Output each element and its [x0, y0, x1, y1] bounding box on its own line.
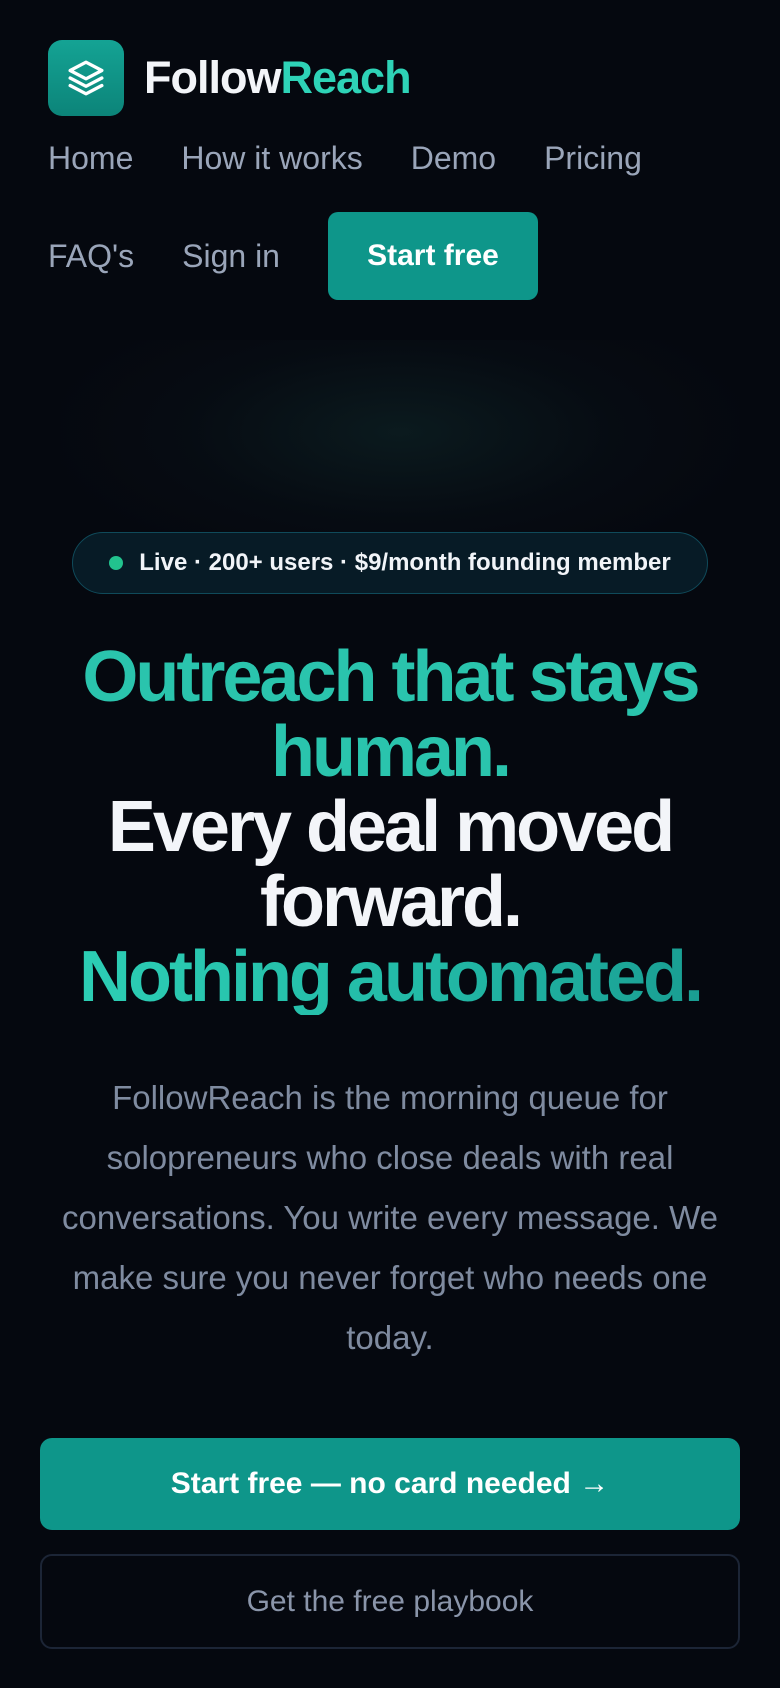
headline-line-3: Every deal moved	[107, 787, 675, 867]
headline-line-4: forward.	[259, 862, 523, 942]
nav-link-sign-in[interactable]: Sign in	[182, 238, 280, 275]
nav-start-free-button[interactable]: Start free	[327, 212, 538, 300]
nav-link-pricing[interactable]: Pricing	[544, 140, 642, 177]
brand[interactable]: FollowReach	[48, 40, 412, 116]
nav-primary: Home How it works Demo Pricing	[48, 140, 690, 177]
brand-name-part2: Reach	[280, 52, 411, 103]
nav-link-how-it-works[interactable]: How it works	[181, 140, 362, 177]
hero-description: FollowReach is the morning queue for sol…	[61, 1079, 719, 1356]
landing-page: FollowReach Home How it works Demo Prici…	[0, 0, 780, 1688]
nav-link-home[interactable]: Home	[48, 140, 133, 177]
logo	[48, 40, 124, 116]
brand-name-part1: Follow	[144, 52, 281, 103]
headline-line-2: human.	[270, 712, 512, 792]
nav-secondary: FAQ's Sign in Start free	[48, 212, 538, 300]
nav-link-faqs[interactable]: FAQ's	[48, 238, 134, 275]
brand-name: FollowReach	[144, 52, 412, 104]
headline-line-5: Nothing automated.	[0, 940, 780, 1015]
free-playbook-button[interactable]: Get the free playbook	[40, 1554, 740, 1649]
start-free-button[interactable]: Start free — no card needed →	[40, 1438, 740, 1530]
headline-line-1: Outreach that stays	[82, 637, 700, 717]
hero-headline: Outreach that stays human. Every deal mo…	[0, 640, 780, 1015]
nav-link-demo[interactable]: Demo	[411, 140, 496, 177]
live-dot-icon	[109, 556, 124, 570]
status-badge: Live · 200+ users · $9/month founding me…	[72, 532, 708, 594]
stacked-layers-icon	[68, 60, 104, 96]
badge-text: Live · 200+ users · $9/month founding me…	[139, 549, 671, 576]
